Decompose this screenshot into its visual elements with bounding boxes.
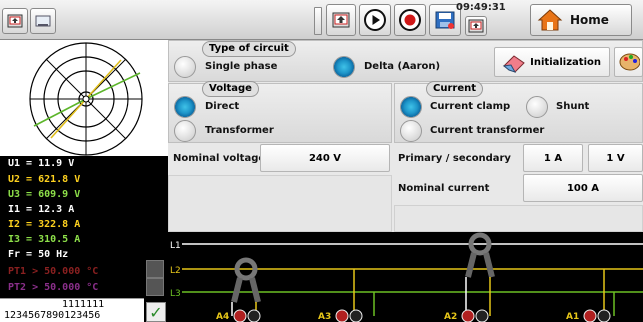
current-transformer-label: Current transformer [430, 125, 545, 136]
nominal-current-field[interactable]: 100 A [523, 174, 643, 202]
nominal-voltage-field[interactable]: 240 V [260, 144, 390, 172]
back-icon[interactable] [2, 8, 28, 34]
nominal-voltage-label: Nominal voltage [173, 153, 266, 164]
voltage-spacer [168, 175, 392, 232]
pt2-indicator [146, 278, 164, 296]
red-terminal-icon [583, 309, 597, 322]
home-label: Home [570, 13, 609, 27]
black-terminal-icon [597, 309, 611, 322]
line-l2-label: L2 [170, 266, 181, 276]
voltage-transformer-radio[interactable] [174, 120, 196, 142]
back-icon[interactable] [326, 4, 356, 36]
eraser-icon [502, 55, 525, 73]
delta-aaron-radio[interactable] [333, 56, 355, 78]
measurement-line: U1 = 11.9 V [8, 158, 75, 169]
top-toolbar: 09:49:31 Home [0, 0, 643, 40]
circuit-section-title: Type of circuit [202, 41, 296, 57]
confirm-check-icon[interactable]: ✓ [146, 302, 166, 322]
terminal-label: A3 [318, 312, 331, 322]
shunt-radio[interactable] [526, 96, 548, 118]
pt1-indicator [146, 260, 164, 278]
measurement-line: I2 = 322.8 A [8, 219, 81, 230]
input-terminal: A2 [444, 309, 489, 322]
current-clamp-icon [465, 232, 495, 316]
secondary-value-field[interactable]: 1 V [588, 144, 643, 172]
digit-counter: 1111111 1234567890123456 [0, 298, 144, 322]
terminal-label: A2 [444, 312, 457, 322]
voltage-transformer-label: Transformer [205, 125, 274, 136]
line-l1-label: L1 [170, 241, 181, 251]
red-terminal-icon [461, 309, 475, 322]
line-l3-label: L3 [170, 289, 181, 299]
vector-diagram [0, 40, 168, 156]
terminal-label: A4 [216, 312, 229, 322]
input-terminal: A4 [216, 309, 261, 322]
black-terminal-icon [475, 309, 489, 322]
app-window: 09:49:31 Home U1 = 11.9 V U2 = 621.8 V U… [0, 0, 643, 322]
initialization-button[interactable]: Initialization [494, 47, 610, 77]
measurement-line: U2 = 621.8 V [8, 174, 81, 185]
measurement-line: PT2 > 50.000 °C [8, 282, 99, 293]
voltage-section-title: Voltage [202, 81, 259, 97]
voltage-direct-radio[interactable] [174, 96, 196, 118]
input-terminal: A3 [318, 309, 363, 322]
config-panel: Type of circuit Single phase Delta (Aaro… [168, 40, 643, 232]
palette-icon [619, 53, 640, 71]
black-terminal-icon [349, 309, 363, 322]
terminal-label: A1 [566, 312, 579, 322]
delta-aaron-label: Delta (Aaron) [364, 61, 441, 72]
red-terminal-icon [233, 309, 247, 322]
current-transformer-radio[interactable] [400, 120, 422, 142]
single-phase-radio[interactable] [174, 56, 196, 78]
current-section-title: Current [426, 81, 484, 97]
record-icon[interactable] [394, 4, 426, 36]
shunt-label: Shunt [556, 101, 590, 112]
current-clamp-label: Current clamp [430, 101, 511, 112]
left-panel: U1 = 11.9 V U2 = 621.8 V U3 = 609.9 V I1 = … [0, 40, 168, 322]
black-terminal-icon [247, 309, 261, 322]
play-icon[interactable] [359, 4, 391, 36]
measurement-line: U3 = 609.9 V [8, 189, 81, 200]
screen-icon[interactable] [30, 8, 56, 34]
counter-bottom-row: 1234567890123456 [4, 310, 101, 321]
back-icon[interactable] [465, 16, 487, 36]
clock-readout: 09:49:31 [456, 2, 506, 13]
initialization-label: Initialization [530, 56, 601, 68]
red-terminal-icon [335, 309, 349, 322]
measurement-line: PT1 > 50.000 °C [8, 266, 99, 277]
nominal-current-label: Nominal current [398, 183, 490, 194]
primary-value-field[interactable]: 1 A [523, 144, 583, 172]
settings-palette-button[interactable] [614, 47, 643, 77]
single-phase-label: Single phase [205, 61, 278, 72]
wiring-diagram: L1 L2 L3 A4 A3 A2 A1 [168, 232, 643, 322]
voltage-direct-label: Direct [205, 101, 240, 112]
input-terminal: A1 [566, 309, 611, 322]
current-spacer [394, 205, 643, 232]
measurement-line: I3 = 310.5 A [8, 234, 81, 245]
separator-icon [314, 7, 322, 35]
counter-top-row: 1111111 [62, 299, 105, 310]
current-clamp-radio[interactable] [400, 96, 422, 118]
primary-secondary-label: Primary / secondary [398, 153, 511, 164]
measurement-line: Fr = 50 Hz [8, 249, 69, 260]
measurement-line: I1 = 12.3 A [8, 204, 75, 215]
